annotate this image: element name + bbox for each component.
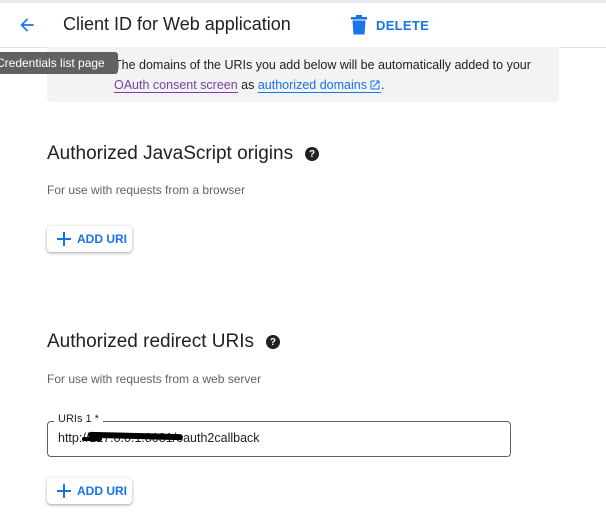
- back-tooltip: Credentials list page: [0, 52, 118, 74]
- plus-icon: [57, 484, 71, 498]
- tooltip-text: Credentials list page: [0, 56, 105, 70]
- info-text-after: .: [380, 78, 385, 92]
- info-text-middle: as: [237, 78, 258, 92]
- redirect-uris-subtitle: For use with requests from a web server: [47, 372, 262, 386]
- info-text-before: The domains of the URIs you add below wi…: [114, 58, 531, 72]
- redirect-uris-title-text: Authorized redirect URIs: [47, 331, 254, 352]
- add-uri-label: ADD URI: [77, 232, 127, 246]
- page-title: Client ID for Web application: [63, 14, 291, 34]
- js-origins-title: Authorized JavaScript origins ?: [47, 143, 320, 165]
- add-uri-label: ADD URI: [77, 484, 127, 498]
- js-origins-title-text: Authorized JavaScript origins: [47, 143, 294, 164]
- info-box: The domains of the URIs you add below wi…: [47, 47, 559, 102]
- delete-button[interactable]: DELETE: [350, 12, 429, 38]
- trash-icon: [351, 15, 367, 35]
- authorized-domains-link[interactable]: authorized domains: [257, 78, 381, 93]
- plus-icon: [57, 232, 71, 246]
- add-js-origin-button[interactable]: ADD URI: [47, 226, 132, 252]
- header-bar: Client ID for Web application DELETE: [0, 3, 606, 48]
- oauth-consent-link[interactable]: OAuth consent screen: [114, 78, 238, 93]
- redirect-uri-input[interactable]: http://127.0.0.1:8081/oauth2callback: [47, 421, 511, 457]
- redaction-mark: [82, 437, 102, 441]
- page: Client ID for Web application DELETE The…: [0, 0, 606, 521]
- help-icon[interactable]: ?: [265, 335, 280, 349]
- external-link-icon: [370, 80, 380, 90]
- info-text: The domains of the URIs you add below wi…: [114, 55, 554, 95]
- arrow-back-icon: [20, 18, 34, 32]
- authorized-domains-link-label: authorized domains: [257, 78, 367, 92]
- js-origins-subtitle: For use with requests from a browser: [47, 183, 246, 197]
- back-button[interactable]: [12, 11, 42, 39]
- redirect-uris-title: Authorized redirect URIs ?: [47, 331, 280, 353]
- redirect-uri-label: URIs 1 *: [54, 413, 103, 425]
- help-icon[interactable]: ?: [305, 147, 320, 161]
- add-redirect-uri-button[interactable]: ADD URI: [47, 478, 132, 504]
- delete-label: DELETE: [376, 17, 430, 33]
